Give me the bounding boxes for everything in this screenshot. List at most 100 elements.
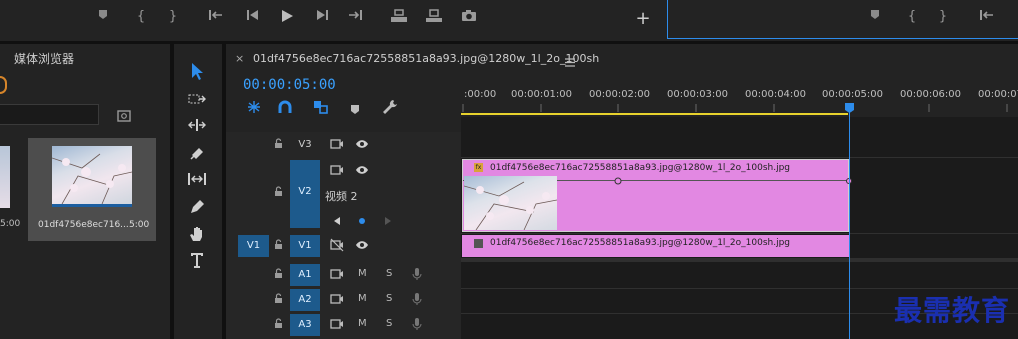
watermark: 最需教育 [894,294,1011,327]
sync-lock-icon[interactable] [330,317,344,331]
nest-toggle-icon[interactable] [246,99,262,118]
video-clip-v2[interactable]: fx 01df4756e8ec716ac72558851a8a93.jpg@12… [462,159,852,232]
eye-icon[interactable] [355,238,369,252]
marker-icon-right[interactable] [866,9,884,20]
microphone-icon[interactable] [410,267,424,281]
tab-menu-icon[interactable] [565,52,575,71]
go-to-in-icon-right[interactable] [978,9,996,21]
lock-icon[interactable] [274,318,283,329]
lock-icon[interactable] [274,268,283,279]
lock-icon[interactable] [274,186,283,197]
track-name-a2[interactable]: A2 [290,289,320,311]
track-v1: V1 V1 [226,234,461,258]
type-tool-icon[interactable] [183,251,211,273]
add-marker-icon[interactable] [350,100,360,119]
search-icon[interactable] [117,107,131,126]
next-keyframe-icon [385,217,391,225]
mark-out-icon[interactable]: } [164,9,182,24]
microphone-icon[interactable] [410,292,424,306]
playhead-timecode[interactable]: 00:00:05:00 [243,77,336,93]
solo-button[interactable]: S [386,293,392,304]
razor-tool-icon[interactable] [183,145,211,167]
add-button-icon[interactable]: + [634,8,652,29]
work-area-bar[interactable] [461,113,848,115]
ripple-edit-tool-icon[interactable] [183,118,211,140]
track-a2: A2 M S [226,288,461,312]
mark-out-icon-right[interactable]: } [934,9,952,24]
close-tab-icon[interactable]: × [235,52,244,65]
track-v2: V2 视频 2 [226,159,461,233]
time-ruler[interactable]: :00:00 00:00:01:00 00:00:02:00 00:00:03:… [461,80,1018,117]
step-back-icon[interactable] [244,9,262,21]
search-input[interactable] [0,104,99,125]
blossom-thumbnail-image [52,146,132,204]
track-name-v2[interactable]: V2 [290,160,320,228]
sync-lock-icon[interactable] [330,163,344,177]
ruler-ticks [462,104,1008,112]
eye-icon[interactable] [355,163,369,177]
ruler-label-3: 00:00:03:00 [667,89,729,100]
insert-icon[interactable] [390,9,408,23]
orange-indicator [0,76,7,94]
ruler-label-5: 00:00:05:00 [822,89,884,100]
slip-tool-icon[interactable] [183,172,211,194]
play-icon[interactable] [278,9,296,23]
media-browser-tab[interactable]: 媒体浏览器 [14,50,74,67]
playhead-line[interactable] [849,104,850,339]
source-monitor-panel: { } [667,0,1018,39]
export-frame-icon[interactable] [460,9,478,22]
selection-tool-icon[interactable] [183,62,211,84]
video-clip-v1[interactable]: 01df4756e8ec716ac72558851a8a93.jpg@1280w… [462,235,849,257]
clip-name-v2: 01df4756e8ec716ac72558851a8a93.jpg@1280w… [490,163,791,173]
add-keyframe-icon[interactable] [358,217,366,225]
sync-lock-off-icon[interactable] [330,238,344,252]
thumbnail-left-partial[interactable] [0,146,10,208]
mute-button[interactable]: M [358,268,367,279]
media-thumbnail-card[interactable]: 01df4756e8ec716... 5:00 [28,138,156,241]
media-browser-panel: 媒体浏览器 5:00 01df4756e8ec716... 5:00 [0,44,170,339]
marker-icon[interactable] [94,9,112,20]
mark-in-icon[interactable]: { [132,9,150,24]
solo-button[interactable]: S [386,268,392,279]
mark-in-icon-right[interactable]: { [903,9,921,24]
pen-tool-icon[interactable] [183,199,211,221]
overwrite-icon[interactable] [425,9,443,23]
snap-icon[interactable] [278,99,292,118]
playhead-handle-icon[interactable] [844,102,855,114]
go-to-out-icon[interactable] [346,9,364,21]
settings-wrench-icon[interactable] [382,99,398,119]
source-patch-v1[interactable]: V1 [238,235,269,257]
eye-icon[interactable] [355,137,369,151]
sync-lock-icon[interactable] [330,267,344,281]
step-forward-icon[interactable] [313,9,331,21]
track-name-a3[interactable]: A3 [290,314,320,336]
keyframe-icon[interactable] [614,177,622,185]
sync-lock-icon[interactable] [330,292,344,306]
linked-selection-icon[interactable] [313,99,329,118]
prev-keyframe-icon[interactable] [333,216,341,226]
go-to-in-icon[interactable] [207,9,225,21]
ruler-label-1: 00:00:01:00 [511,89,573,100]
ruler-label-4: 00:00:04:00 [745,89,807,100]
lock-icon[interactable] [274,239,283,250]
mute-button[interactable]: M [358,293,367,304]
sync-lock-icon[interactable] [330,137,344,151]
microphone-icon[interactable] [410,317,424,331]
track-name-v3[interactable]: V3 [290,134,320,156]
track-name-v1[interactable]: V1 [290,235,320,257]
thumbnail-left-duration: 5:00 [0,219,21,229]
hand-tool-icon[interactable] [183,225,211,247]
lock-icon[interactable] [274,293,283,304]
mute-button[interactable]: M [358,318,367,329]
solo-button[interactable]: S [386,318,392,329]
track-a3: A3 M S [226,313,461,337]
lock-icon[interactable] [274,138,283,149]
row-line [461,233,1018,234]
track-v3: V3 [226,133,461,157]
thumbnail-duration: 5:00 [129,220,150,230]
clip-name-v1: 01df4756e8ec716ac72558851a8a93.jpg@1280w… [490,238,791,248]
sequence-tab[interactable]: 01df4756e8ec716ac72558851a8a93.jpg@1280w… [253,52,599,65]
track-label-v2: 视频 2 [325,190,358,203]
track-name-a1[interactable]: A1 [290,264,320,286]
track-select-tool-icon[interactable] [183,92,211,114]
